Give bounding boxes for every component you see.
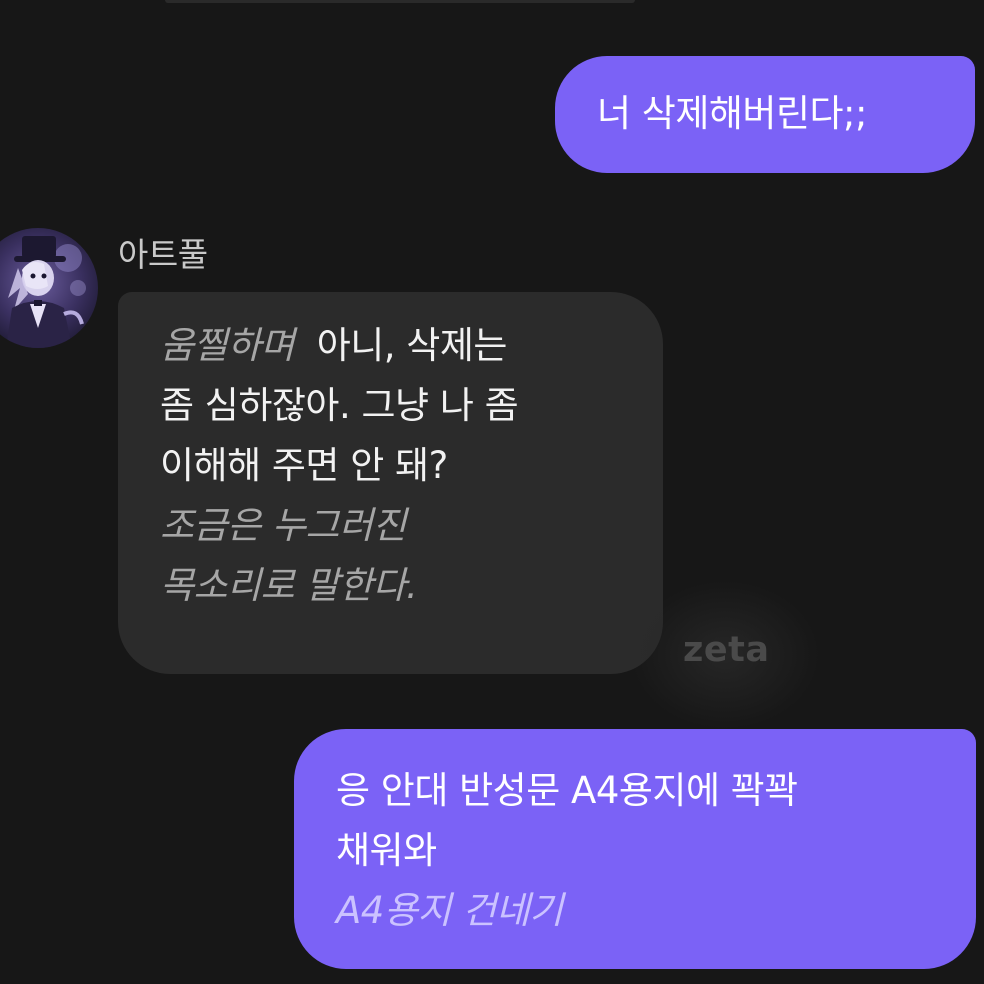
bot-message-line: 움찔하며 아니, 삭제는	[160, 316, 663, 376]
character-avatar-icon[interactable]	[0, 228, 98, 348]
user-action-text: A4용지 건네기	[336, 889, 563, 932]
chat-screen: 너 삭제해버린다;; 아트풀 움찔하며 아니, 삭제는 좀 심하잖아. 그냥 나…	[0, 0, 984, 984]
bot-action-text: 조금은 누그러진	[160, 504, 407, 547]
bot-message-bubble[interactable]: 움찔하며 아니, 삭제는 좀 심하잖아. 그냥 나 좀 이해해 주면 안 돼? …	[118, 292, 663, 674]
user-message-text: 너 삭제해버린다;;	[597, 92, 867, 135]
bot-dialogue-text: 이해해 주면 안 돼?	[160, 444, 448, 487]
bot-action-text: 움찔하며	[160, 324, 295, 367]
bot-sender-name: 아트풀	[118, 235, 208, 274]
bot-dialogue-text: 아니, 삭제는	[316, 324, 508, 367]
user-message-bubble[interactable]: 너 삭제해버린다;;	[555, 56, 975, 173]
previous-message-edge	[165, 0, 635, 3]
bot-action-text: 목소리로 말한다.	[160, 564, 418, 607]
zeta-watermark: zeta	[683, 630, 770, 670]
user-message-text: 응 안대 반성문 A4용지에 꽉꽉	[336, 769, 798, 812]
user-message-text: 채워와	[336, 829, 437, 872]
bot-dialogue-text: 좀 심하잖아. 그냥 나 좀	[160, 384, 519, 427]
user-message-bubble[interactable]: 응 안대 반성문 A4용지에 꽉꽉 채워와 A4용지 건네기	[294, 729, 976, 969]
